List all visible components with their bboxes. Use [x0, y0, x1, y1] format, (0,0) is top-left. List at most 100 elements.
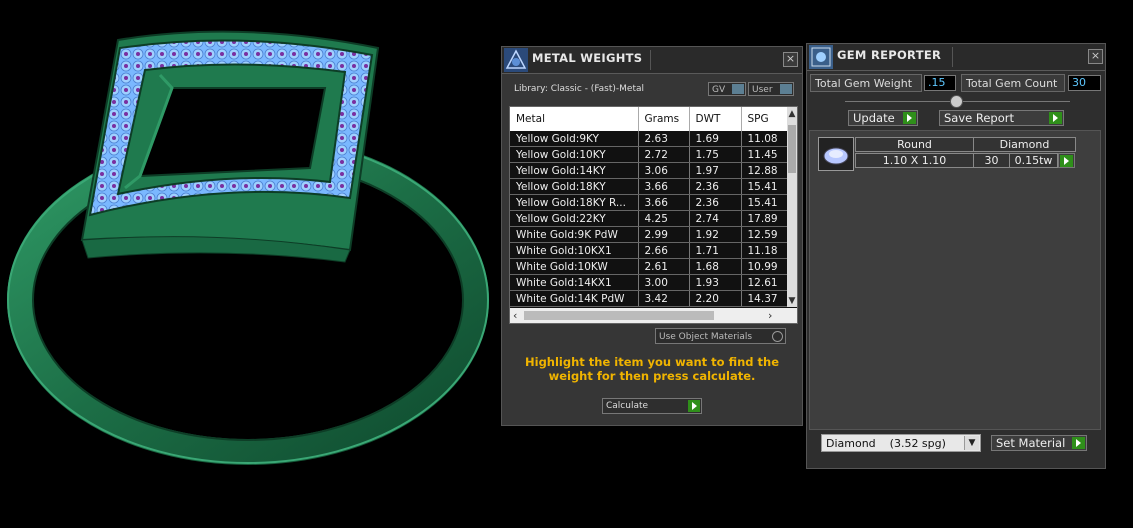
gem-row-play-button[interactable]: [1058, 153, 1075, 168]
grams: 4.25: [638, 210, 690, 227]
metal-name: Yellow Gold:14KY: [510, 162, 639, 179]
metal-name: White Gold:9K PdW: [510, 226, 639, 243]
dropdown-arrow-icon[interactable]: ▼: [964, 436, 979, 450]
set-material-button[interactable]: Set Material: [991, 435, 1087, 451]
close-icon[interactable]: ×: [783, 52, 798, 67]
titlebar-divider: [952, 47, 953, 67]
scroll-right-icon[interactable]: ›: [768, 309, 772, 322]
scroll-left-icon[interactable]: ‹: [513, 309, 517, 322]
column-header[interactable]: SPG: [741, 107, 788, 131]
spg: 11.45: [741, 146, 788, 163]
gem-material: Diamond: [973, 137, 1076, 152]
material-select[interactable]: Diamond (3.52 spg) ▼: [821, 434, 981, 452]
scroll-up-icon[interactable]: ▲: [787, 109, 797, 119]
play-icon: [1060, 155, 1073, 167]
metal-name: White Gold:10KX1: [510, 242, 639, 259]
column-header[interactable]: Grams: [638, 107, 690, 131]
material-select-value: Diamond (3.52 spg): [826, 437, 946, 450]
dwt: 2.36: [689, 178, 742, 195]
table-row[interactable]: White Gold:14K PdW 3.42 2.20 14.37: [510, 290, 788, 307]
user-toggle[interactable]: User: [748, 82, 794, 96]
gem-weight: 0.15tw: [1009, 153, 1058, 168]
dwt: 2.36: [689, 194, 742, 211]
grams: 3.42: [638, 290, 690, 307]
gv-toggle[interactable]: GV: [708, 82, 746, 96]
metal-weights-titlebar[interactable]: METAL WEIGHTS ×: [502, 47, 802, 74]
gv-label: GV: [712, 85, 726, 95]
spg: 17.89: [741, 210, 788, 227]
table-row[interactable]: White Gold:10KW 2.61 1.68 10.99: [510, 258, 788, 275]
toggle-indicator-icon: [732, 84, 744, 94]
metal-name: Yellow Gold:22KY: [510, 210, 639, 227]
grams: 2.61: [638, 258, 690, 275]
update-button[interactable]: Update: [848, 110, 918, 126]
spg: 11.08: [741, 131, 788, 147]
metal-name: White Gold:10KW: [510, 258, 639, 275]
grams: 3.06: [638, 162, 690, 179]
calculate-label: Calculate: [606, 401, 649, 411]
total-gem-weight-label: Total Gem Weight: [810, 74, 922, 92]
scroll-thumb[interactable]: [788, 125, 796, 173]
table-row[interactable]: Yellow Gold:9KY 2.63 1.69 11.08: [510, 131, 788, 147]
play-icon: [903, 112, 916, 124]
column-header[interactable]: DWT: [689, 107, 742, 131]
spg: 10.99: [741, 258, 788, 275]
gem-reporter-titlebar[interactable]: GEM REPORTER ×: [807, 44, 1105, 71]
metal-name: White Gold:14K PdW: [510, 290, 639, 307]
vertical-scrollbar[interactable]: ▲ ▼: [787, 107, 797, 307]
scroll-thumb[interactable]: [524, 311, 714, 320]
radio-icon: [772, 331, 783, 342]
table-row[interactable]: White Gold:14KX1 3.00 1.93 12.61: [510, 274, 788, 291]
spg: 12.59: [741, 226, 788, 243]
grams: 2.66: [638, 242, 690, 259]
metal-name: Yellow Gold:9KY: [510, 131, 639, 147]
toggle-indicator-icon: [780, 84, 792, 94]
play-icon: [688, 400, 700, 412]
table-row[interactable]: Yellow Gold:10KY 2.72 1.75 11.45: [510, 146, 788, 163]
slider-knob[interactable]: [950, 95, 963, 108]
use-object-materials-toggle[interactable]: Use Object Materials: [655, 328, 786, 344]
gem-size: 1.10 X 1.10: [855, 153, 974, 168]
gem-reporter-panel: GEM REPORTER × Total Gem Weight .15 Tota…: [806, 43, 1106, 469]
total-gem-count-label: Total Gem Count: [961, 74, 1065, 92]
calculate-button[interactable]: Calculate: [602, 398, 702, 414]
table-row[interactable]: Yellow Gold:18KY R... 3.66 2.36 15.41: [510, 194, 788, 211]
ring-model: [7, 30, 489, 465]
user-label: User: [752, 85, 773, 95]
table-row[interactable]: White Gold:10KX1 2.66 1.71 11.18: [510, 242, 788, 259]
grams: 2.99: [638, 226, 690, 243]
play-icon: [1049, 112, 1062, 124]
spg: 12.88: [741, 162, 788, 179]
horizontal-scrollbar[interactable]: ‹ ›: [510, 308, 797, 323]
gem-shape: Round: [855, 137, 974, 152]
3d-viewport[interactable]: [0, 0, 500, 524]
metal-table[interactable]: Metal Grams DWT SPG Yellow Gold:9KY 2.63 1…: [509, 106, 798, 324]
metal-name: Yellow Gold:10KY: [510, 146, 639, 163]
dwt: 1.92: [689, 226, 742, 243]
table-row[interactable]: Yellow Gold:18KY 3.66 2.36 15.41: [510, 178, 788, 195]
grams: 3.66: [638, 194, 690, 211]
spg: 11.18: [741, 242, 788, 259]
total-gem-weight-value: .15: [924, 75, 956, 91]
spg: 12.61: [741, 274, 788, 291]
grams: 3.66: [638, 178, 690, 195]
grams: 2.63: [638, 131, 690, 147]
metal-weights-title: METAL WEIGHTS: [532, 51, 643, 65]
scroll-down-icon[interactable]: ▼: [787, 296, 797, 306]
table-row[interactable]: Yellow Gold:14KY 3.06 1.97 12.88: [510, 162, 788, 179]
close-icon[interactable]: ×: [1088, 49, 1103, 64]
column-header[interactable]: Metal: [510, 107, 639, 131]
gem-list[interactable]: Round Diamond 1.10 X 1.10 30 0.15tw: [809, 130, 1101, 430]
spg: 15.41: [741, 194, 788, 211]
grams: 3.00: [638, 274, 690, 291]
spg: 15.41: [741, 178, 788, 195]
titlebar-divider: [650, 50, 651, 70]
table-row[interactable]: White Gold:9K PdW 2.99 1.92 12.59: [510, 226, 788, 243]
save-report-button[interactable]: Save Report: [939, 110, 1064, 126]
dwt: 1.69: [689, 131, 742, 147]
metal-name: White Gold:14KX1: [510, 274, 639, 291]
dwt: 1.97: [689, 162, 742, 179]
metal-name: Yellow Gold:18KY: [510, 178, 639, 195]
table-row[interactable]: Yellow Gold:22KY 4.25 2.74 17.89: [510, 210, 788, 227]
update-label: Update: [853, 111, 895, 125]
